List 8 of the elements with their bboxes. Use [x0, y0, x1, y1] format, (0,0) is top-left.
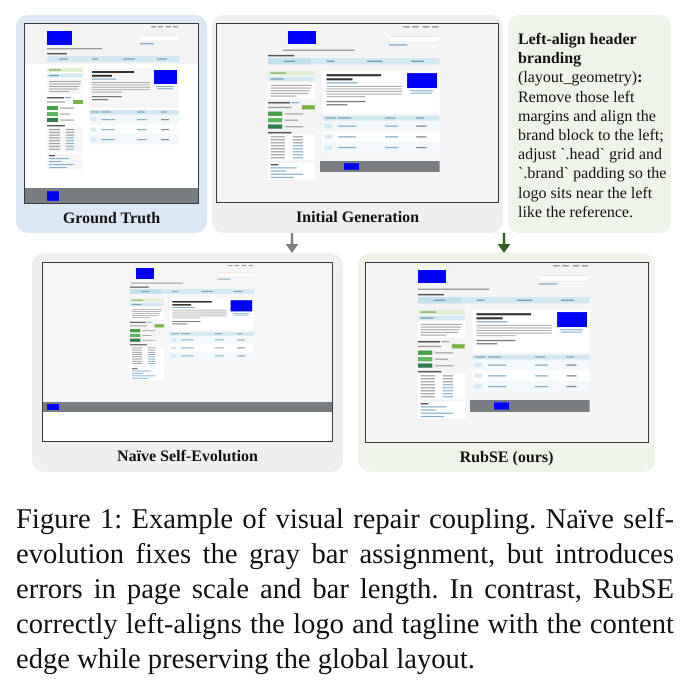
panel-label: Ground Truth	[62, 209, 160, 229]
panel-label: Initial Generation	[296, 208, 420, 228]
note-text: Left-align header branding (layout_geometry): Remove those left margins and align the brand block to the left; adjust `.head` grid and `.brand` padding so the logo sits near the left like the reference.	[518, 30, 668, 222]
panel-label: Naïve Self-Evolution	[117, 447, 258, 467]
panel-label: RubSE (ours)	[460, 448, 554, 468]
down-arrow	[285, 233, 299, 253]
figure-caption: Figure 1: Example of visual repair coupling. Naïve self-evolution fixes the gray bar assignment, but introduces errors in page scale and bar length. In contrast, RubSE correctly left-aligns the logo and tagline with the content edge while preserving the global layout.	[16, 503, 674, 677]
down-arrow	[497, 233, 511, 253]
